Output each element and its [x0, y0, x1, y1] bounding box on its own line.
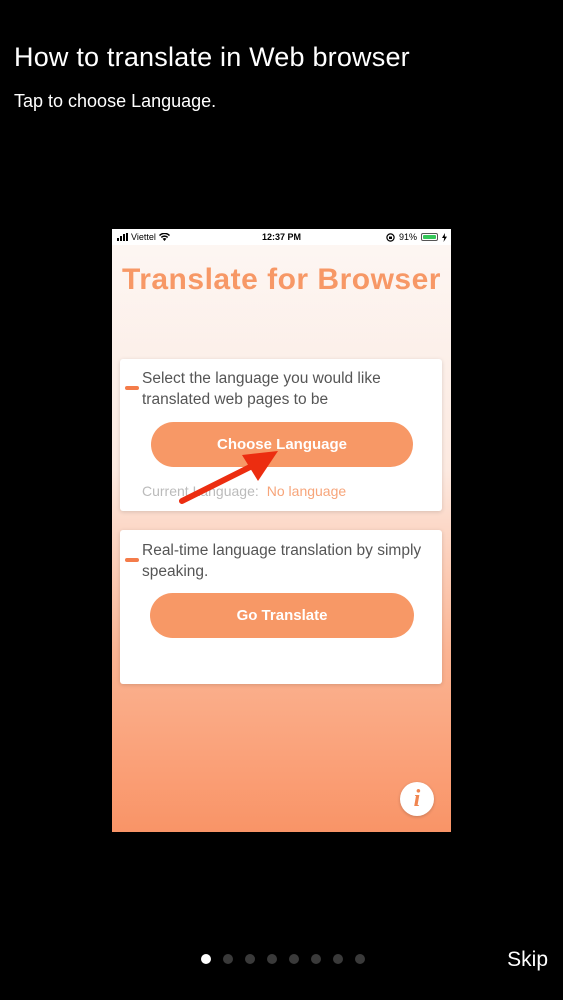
pointer-arrow-icon — [179, 451, 278, 504]
pager-dot[interactable] — [223, 954, 233, 964]
battery-percent: 91% — [398, 232, 417, 242]
page-title: How to translate in Web browser — [14, 42, 410, 72]
pager-dot[interactable] — [355, 954, 365, 964]
pager-dot[interactable] — [245, 954, 255, 964]
page-subtitle: Tap to choose Language. — [14, 91, 217, 111]
info-icon: i — [413, 785, 421, 812]
pager-dots — [201, 954, 365, 964]
speech-card: Real-time language translation by simply… — [120, 530, 442, 684]
orientation-lock-icon — [386, 232, 395, 242]
charging-icon — [442, 232, 447, 242]
status-bar: Viettel 12:37 PM 91% — [112, 229, 451, 245]
phone-screenshot: Viettel 12:37 PM 91% Translate for Brows… — [112, 229, 451, 832]
language-card-description: Select the language you would like trans… — [142, 370, 381, 408]
app-title: Translate for Browser — [122, 263, 441, 296]
pager-dot[interactable] — [201, 954, 211, 964]
accent-dash — [125, 558, 139, 562]
accent-dash — [125, 386, 139, 390]
info-button[interactable]: i — [400, 782, 434, 816]
pager-dot[interactable] — [311, 954, 321, 964]
battery-icon — [421, 233, 438, 241]
go-translate-button[interactable]: Go Translate — [150, 593, 414, 638]
pager-dot[interactable] — [267, 954, 277, 964]
skip-button[interactable]: Skip — [507, 948, 548, 972]
pager-dot[interactable] — [333, 954, 343, 964]
speech-card-description: Real-time language translation by simply… — [142, 542, 422, 580]
pager-dot[interactable] — [289, 954, 299, 964]
